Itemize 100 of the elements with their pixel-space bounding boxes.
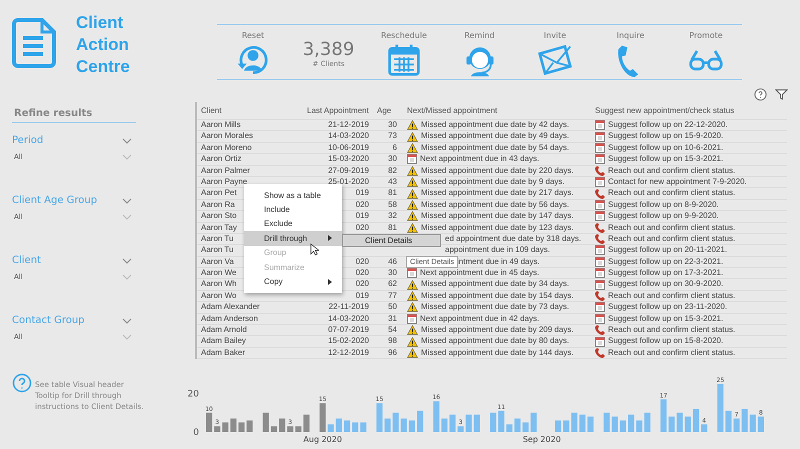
warning-icon [407, 132, 418, 142]
chart-bar [758, 416, 764, 432]
chart-bar [506, 424, 512, 432]
calendar-icon [407, 314, 417, 324]
warning-icon [407, 348, 418, 358]
menu-item[interactable]: Drill through [244, 231, 342, 246]
table-cell: 98 [388, 336, 397, 347]
column-header[interactable]: Age [373, 102, 401, 119]
action-label: Promote [689, 31, 723, 40]
column-header[interactable]: Client [197, 102, 303, 119]
menu-item[interactable]: Show as a table [244, 188, 342, 202]
chart-bar [222, 422, 228, 432]
chart-bar [604, 412, 610, 432]
table-cell: 77 [388, 290, 397, 302]
calendar-icon [595, 302, 605, 312]
table-cell: Missed appointment due date by 220 days. [421, 166, 574, 176]
warning-icon [407, 188, 418, 199]
table-cell: 30 [388, 268, 397, 278]
chart-bar [206, 412, 212, 432]
table-cell: 10-06-2019 [328, 142, 369, 154]
table-cell: Aaron Wh [201, 279, 237, 290]
table-cell: 54 [388, 325, 397, 336]
chart-bar [701, 424, 708, 432]
table-cell: 22-11-2019 [328, 302, 369, 313]
chart-bar [344, 420, 350, 432]
column-header[interactable]: Next/Missed appointment [401, 102, 591, 119]
menu-item[interactable]: Copy [244, 274, 342, 289]
filter-label: Contact Group [12, 314, 85, 328]
table-cell: Reach out and confirm client status. [608, 290, 736, 302]
chart-bar [734, 418, 740, 432]
table-cell: Adam Alexander [201, 302, 260, 313]
calendar-icon [595, 132, 605, 142]
warning-icon [407, 166, 418, 176]
table-cell: Missed appointment due date by 80 days. [421, 336, 570, 347]
chart-bar [352, 422, 358, 432]
table-cell: Suggest follow up on 10-6-2021. [608, 142, 724, 154]
filter-label: Client [12, 254, 41, 268]
filter-label: Period [12, 134, 44, 148]
chart-bar [692, 409, 700, 432]
filter-icon[interactable] [775, 88, 788, 101]
action-label: Reschedule [381, 31, 427, 40]
table-cell: 020 [356, 256, 369, 268]
table-cell: Aaron Payne [201, 176, 248, 188]
calendar-icon [595, 336, 605, 347]
calendar-icon [595, 177, 605, 188]
table-cell: 32 [388, 211, 397, 222]
table-cell: Aaron Mills [201, 120, 241, 130]
chart-bar [384, 418, 391, 432]
calendar-icon [595, 142, 605, 153]
cursor-icon [310, 243, 319, 256]
chart-bar [433, 401, 440, 432]
table-cell: Missed appointment due date by 154 days. [421, 290, 574, 302]
table-cell: Missed appointment due date by 42 days. [421, 120, 570, 130]
calendar-icon [407, 268, 417, 278]
menu-item[interactable]: Include [244, 202, 342, 217]
chart-bar [742, 409, 748, 432]
chart-bar [644, 412, 650, 432]
table-cell: Next appointment due in 42 days. [420, 314, 540, 324]
warning-icon [407, 302, 418, 312]
table-cell: Missed appointment due date by 123 days. [421, 222, 574, 233]
table-cell: 73 [388, 131, 397, 142]
table-cell: 6 [392, 142, 397, 154]
table-cell: Aaron Moreno [201, 142, 252, 154]
envelope-button[interactable] [537, 42, 573, 78]
chart-bar [717, 384, 724, 432]
table-cell: 21-12-2019 [328, 120, 369, 130]
chart-bar [449, 414, 456, 432]
axis-tick-label: Aug 2020 [303, 435, 342, 444]
chart-bar [725, 411, 732, 432]
calendar-icon [595, 120, 605, 130]
menu-item[interactable]: Exclude [244, 216, 342, 232]
table-cell: Suggest follow up on 15-9-2020. [608, 131, 724, 142]
warning-icon [407, 177, 418, 188]
submenu-item[interactable]: Client Details [343, 235, 440, 246]
calendar-icon [595, 245, 605, 256]
table-cell: 58 [388, 200, 397, 210]
table-cell: Missed appointment due date by 56 days. [421, 200, 570, 210]
table-cell: Reach out and confirm client status. [608, 348, 736, 358]
table-cell: Suggest follow up on 23-11-2020. [608, 302, 728, 313]
column-header[interactable]: Last Appointment [303, 102, 373, 119]
chart-bar [660, 400, 667, 432]
chart-bar [214, 426, 220, 432]
calendar-icon [595, 154, 605, 164]
table-cell: Reach out and confirm client status. [608, 188, 736, 199]
help-icon[interactable] [754, 88, 767, 101]
calendar-button[interactable] [386, 42, 422, 78]
table-cell: 25-01-2020 [328, 176, 369, 188]
table-cell: 30 [388, 120, 397, 130]
warning-icon [407, 291, 418, 302]
phone-icon [595, 291, 605, 302]
table-cell: 019 [356, 290, 369, 302]
table-cell: Adam Anderson [201, 314, 258, 324]
filter-label: Client Age Group [12, 194, 98, 208]
chart-bar [376, 403, 383, 432]
warning-icon [407, 222, 418, 233]
column-header[interactable]: Suggest new appointment/check status [591, 102, 781, 119]
table-cell: Suggest follow up on 22-3-2021. [608, 256, 724, 268]
table-cell: Aaron Ortiz [201, 154, 242, 165]
phone-icon [595, 188, 605, 199]
table-cell: 12-12-2019 [328, 348, 369, 358]
